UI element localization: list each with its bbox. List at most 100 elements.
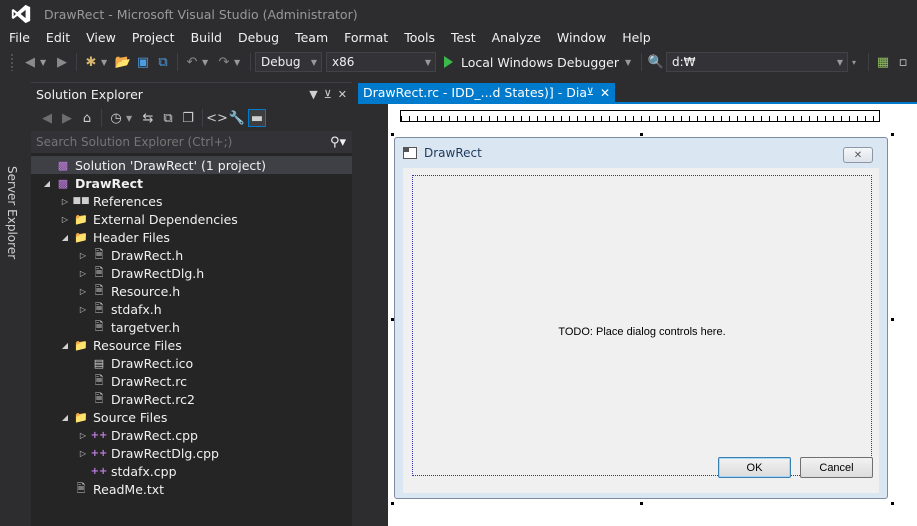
menu-view[interactable]: View [78,28,124,48]
menu-window[interactable]: Window [549,28,614,48]
tree-item[interactable]: ▷ 🗎 DrawRectDlg.h [31,264,352,282]
tree-item[interactable]: ▩ Solution 'DrawRect' (1 project) [31,156,352,174]
test-dialog-icon[interactable]: ▫ [894,53,912,71]
redo-dropdown-icon[interactable]: ▼ [234,58,242,67]
save-icon[interactable]: ▣ [134,53,152,71]
pin-tab-icon[interactable]: ⊻ [587,87,594,98]
menu-file[interactable]: File [0,28,38,48]
expanded-arrow-icon[interactable]: ◢ [59,341,71,350]
collapsed-arrow-icon[interactable]: ▷ [77,269,89,278]
sync-with-active-document-icon[interactable]: ⇆ [139,109,157,127]
undo-dropdown-icon[interactable]: ▼ [202,58,210,67]
search-input[interactable] [36,135,306,149]
solution-platform-combo[interactable]: x86 ▼ [326,52,436,72]
tree-item[interactable]: ▷ 🗎 stdafx.h [31,300,352,318]
start-debugging-button[interactable]: Local Windows Debugger [444,55,619,70]
dialog-editor-icon[interactable]: ▦ [874,53,892,71]
menu-analyze[interactable]: Analyze [484,28,549,48]
preview-selected-items-icon[interactable]: ▬ [248,109,266,127]
tree-item[interactable]: 🗎 targetver.h [31,318,352,336]
tree-item[interactable]: ▷ ++ DrawRect.cpp [31,426,352,444]
dialog-preview[interactable]: DrawRect ✕ TODO: Place dialog controls h… [394,137,888,499]
collapsed-arrow-icon[interactable]: ▷ [77,251,89,260]
expanded-arrow-icon[interactable]: ◢ [59,233,71,242]
collapsed-arrow-icon[interactable]: ▷ [59,215,71,224]
new-project-dropdown-icon[interactable]: ▼ [101,58,109,67]
debug-target-dropdown-icon[interactable]: ▼ [625,58,633,67]
pending-changes-filter-icon[interactable]: ◷ [107,109,125,127]
find-path-combo[interactable]: d:₩ ▼ [666,52,849,72]
tree-item[interactable]: ▷ 🗎 DrawRect.h [31,246,352,264]
toolbar-grip[interactable] [10,53,14,71]
menu-project[interactable]: Project [124,28,183,48]
menu-help[interactable]: Help [614,28,659,48]
view-code-icon[interactable]: <> [206,109,228,127]
window-position-dropdown-icon[interactable]: ▼ [309,88,317,101]
menu-tools[interactable]: Tools [396,28,443,48]
tree-item[interactable]: 🗎 DrawRect.rc2 [31,390,352,408]
tree-item[interactable]: ◢ ▩ DrawRect [31,174,352,192]
filter-dropdown-icon[interactable]: ▼ [126,114,134,123]
dialog-client-area[interactable]: TODO: Place dialog controls here. OK Can… [403,168,879,493]
ok-button[interactable]: OK [718,457,791,478]
todo-static-text[interactable]: TODO: Place dialog controls here. [413,326,871,338]
home-icon[interactable]: ⌂ [78,109,96,127]
toolbar-options-icon[interactable]: ▾ [852,58,860,67]
cancel-button[interactable]: Cancel [800,457,873,478]
forward-icon[interactable]: ▶ [58,109,76,127]
pin-icon[interactable]: ⊻ [324,88,332,101]
redo-icon[interactable]: ↷ [215,53,233,71]
tree-item[interactable]: ▷ ■■ References [31,192,352,210]
menu-test[interactable]: Test [443,28,484,48]
tree-item[interactable]: 🗎 ReadMe.txt [31,480,352,498]
tree-item[interactable]: ◢ 📁 Header Files [31,228,352,246]
navigate-back-icon[interactable]: ◀ [21,53,39,71]
resize-handle[interactable] [640,502,643,505]
resize-handle[interactable] [391,133,394,136]
search-icon[interactable]: ⚲▾ [330,135,346,150]
collapsed-arrow-icon[interactable]: ▷ [59,197,71,206]
resize-handle[interactable] [391,502,394,505]
menu-build[interactable]: Build [183,28,230,48]
save-all-icon[interactable]: ⧉ [154,53,172,71]
expanded-arrow-icon[interactable]: ◢ [59,413,71,422]
collapsed-arrow-icon[interactable]: ▷ [77,431,89,440]
tree-item[interactable]: ▷ ++ DrawRectDlg.cpp [31,444,352,462]
resize-handle[interactable] [891,133,894,136]
document-tab-dialog[interactable]: DrawRect.rc - IDD_...d States)] - Dialog… [358,83,615,102]
resize-handle[interactable] [891,502,894,505]
collapse-all-icon[interactable]: ⧉ [159,109,177,127]
menu-edit[interactable]: Edit [38,28,78,48]
undo-icon[interactable]: ↶ [183,53,201,71]
tree-item[interactable]: ◢ 📁 Resource Files [31,336,352,354]
dialog-close-button[interactable]: ✕ [843,147,873,163]
back-icon[interactable]: ◀ [38,109,56,127]
menu-team[interactable]: Team [287,28,336,48]
server-explorer-tab[interactable]: Server Explorer [0,82,24,526]
solution-explorer-search[interactable]: ⚲▾ [31,131,352,153]
tree-item[interactable]: ▷ 📁 External Dependencies [31,210,352,228]
properties-wrench-icon[interactable]: 🔧 [228,109,246,127]
expanded-arrow-icon[interactable]: ◢ [41,179,53,188]
solution-configuration-combo[interactable]: Debug ▼ [255,52,322,72]
show-all-files-icon[interactable]: ❐ [179,109,197,127]
resize-handle[interactable] [891,318,894,321]
menu-debug[interactable]: Debug [230,28,287,48]
resize-handle[interactable] [640,133,643,136]
collapsed-arrow-icon[interactable]: ▷ [77,287,89,296]
tree-item[interactable]: ▤ DrawRect.ico [31,354,352,372]
tree-item[interactable]: ◢ 📁 Source Files [31,408,352,426]
close-icon[interactable]: ✕ [338,88,347,101]
open-file-icon[interactable]: 📂 [114,53,132,71]
navigate-back-dropdown-icon[interactable]: ▼ [40,58,48,67]
navigate-forward-icon[interactable]: ▶ [53,53,71,71]
tree-item[interactable]: 🗎 DrawRect.rc [31,372,352,390]
find-in-files-icon[interactable]: 🔍 [647,53,665,71]
designer-canvas[interactable]: DrawRect ✕ TODO: Place dialog controls h… [388,104,917,526]
horizontal-ruler[interactable] [400,110,880,122]
menu-format[interactable]: Format [336,28,396,48]
tree-item[interactable]: ▷ 🗎 Resource.h [31,282,352,300]
collapsed-arrow-icon[interactable]: ▷ [77,449,89,458]
close-tab-icon[interactable]: ✕ [600,86,610,100]
new-project-icon[interactable]: ✱ [82,53,100,71]
